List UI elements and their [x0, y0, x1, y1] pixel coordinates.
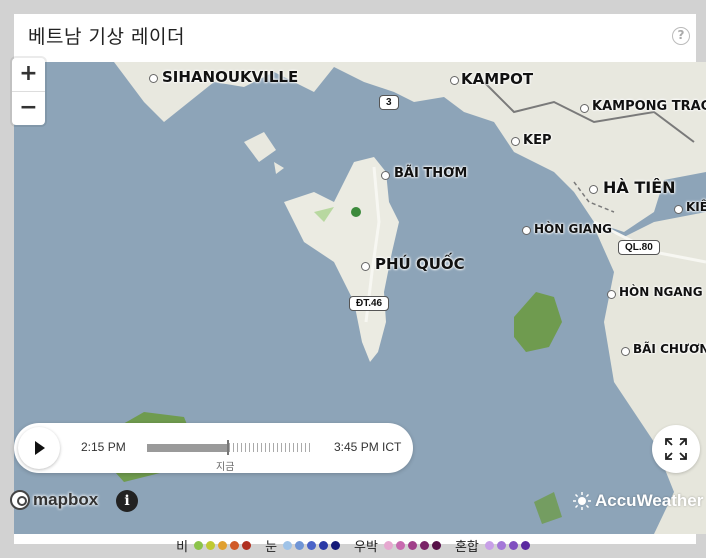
legend-swatch — [206, 540, 216, 550]
map-label-bai-chuong: BÃI CHƯƠNG — [633, 342, 706, 356]
timeline-start-time: 2:15 PM — [81, 440, 126, 454]
legend-group: 혼합 — [455, 536, 530, 555]
accuweather-logo: AccuWeather — [573, 491, 703, 511]
legend-swatch — [218, 540, 228, 550]
city-dot — [361, 262, 370, 271]
mapbox-wordmark: mapbox — [33, 490, 99, 509]
city-dot — [450, 76, 459, 85]
help-icon[interactable]: ? — [672, 27, 690, 45]
legend-group: 우박 — [354, 536, 441, 555]
city-dot — [511, 137, 520, 146]
legend-swatch — [242, 540, 252, 550]
legend-label: 혼합 — [454, 539, 479, 555]
map-label-hon-ngang: HÒN NGANG — [619, 285, 703, 299]
mapbox-logo-icon — [10, 490, 30, 510]
zoom-in-button[interactable]: + — [12, 58, 45, 91]
timeline-player: 2:15 PM 지금 3:45 PM ICT — [14, 423, 413, 473]
play-button[interactable] — [18, 427, 60, 469]
legend-swatch — [496, 540, 506, 550]
zoom-out-button[interactable]: − — [12, 92, 45, 125]
info-button[interactable]: i — [116, 490, 138, 512]
legend-swatch — [431, 540, 441, 550]
city-dot — [580, 104, 589, 113]
zoom-control: + − — [12, 58, 45, 125]
map-label-kampot: KAMPOT — [461, 70, 534, 88]
legend-swatch — [331, 540, 341, 550]
map-label-phu-quoc: PHÚ QUỐC — [375, 255, 465, 273]
city-dot — [522, 226, 531, 235]
legend-group: 비 — [176, 536, 252, 555]
city-dot — [674, 205, 683, 214]
legend-swatch — [395, 540, 405, 550]
legend-swatch — [307, 540, 317, 550]
timeline-now-label: 지금 — [216, 462, 235, 473]
legend-swatch — [383, 540, 393, 550]
map-label-bai-thom: BÃI THƠM — [394, 166, 468, 181]
legend-swatch — [520, 540, 530, 550]
city-dot — [149, 74, 158, 83]
accuweather-wordmark: AccuWeather — [595, 491, 704, 510]
legend-swatch — [319, 540, 329, 550]
legend-swatch — [194, 540, 204, 550]
legend-group: 눈 — [265, 536, 341, 555]
widget-frame: 베트남 기상 레이더 ? SIHANOUKVILLE KAMPOT KAMPON… — [0, 0, 706, 558]
map-label-kampong-trach: KAMPONG TRACH — [592, 99, 706, 114]
timeline-progress-fill — [147, 444, 227, 452]
city-dot — [607, 290, 616, 299]
timeline-now-marker[interactable] — [227, 440, 229, 455]
road-shield-dt46: ĐT.46 — [349, 296, 390, 311]
fullscreen-button[interactable] — [652, 425, 700, 473]
road-shield-ql80: QL.80 — [618, 240, 660, 255]
legend-swatch — [230, 540, 240, 550]
timeline-future-ticks — [229, 443, 313, 452]
road-shield-3: 3 — [379, 95, 399, 110]
legend-swatch — [407, 540, 417, 550]
expand-icon — [665, 438, 687, 460]
city-dot — [589, 185, 598, 194]
map-label-kien: KIÊN T — [686, 200, 706, 214]
legend-swatch — [484, 540, 494, 550]
legend-swatch — [295, 540, 305, 550]
map-label-hon-giang: HÒN GIANG — [534, 222, 612, 236]
legend-label: 눈 — [265, 539, 278, 555]
map-label-kep: KEP — [523, 133, 552, 148]
map-label-sihanoukville: SIHANOUKVILLE — [162, 68, 299, 86]
city-dot — [381, 171, 390, 180]
map-label-ha-tien: HÀ TIÊN — [603, 178, 676, 197]
legend-swatch — [508, 540, 518, 550]
timeline-slider[interactable] — [147, 440, 313, 455]
sun-icon — [573, 492, 591, 510]
legend-swatch — [283, 540, 293, 550]
widget-title: 베트남 기상 레이더 — [28, 26, 185, 48]
mapbox-attribution[interactable]: mapbox — [10, 490, 98, 510]
timeline-end-time: 3:45 PM ICT — [334, 440, 402, 454]
legend-label: 비 — [176, 539, 189, 555]
legend-label: 우박 — [354, 539, 378, 555]
legend-swatch — [419, 540, 429, 550]
city-dot — [621, 347, 630, 356]
precipitation-legend: 비 눈 우박 혼합 — [0, 534, 706, 556]
